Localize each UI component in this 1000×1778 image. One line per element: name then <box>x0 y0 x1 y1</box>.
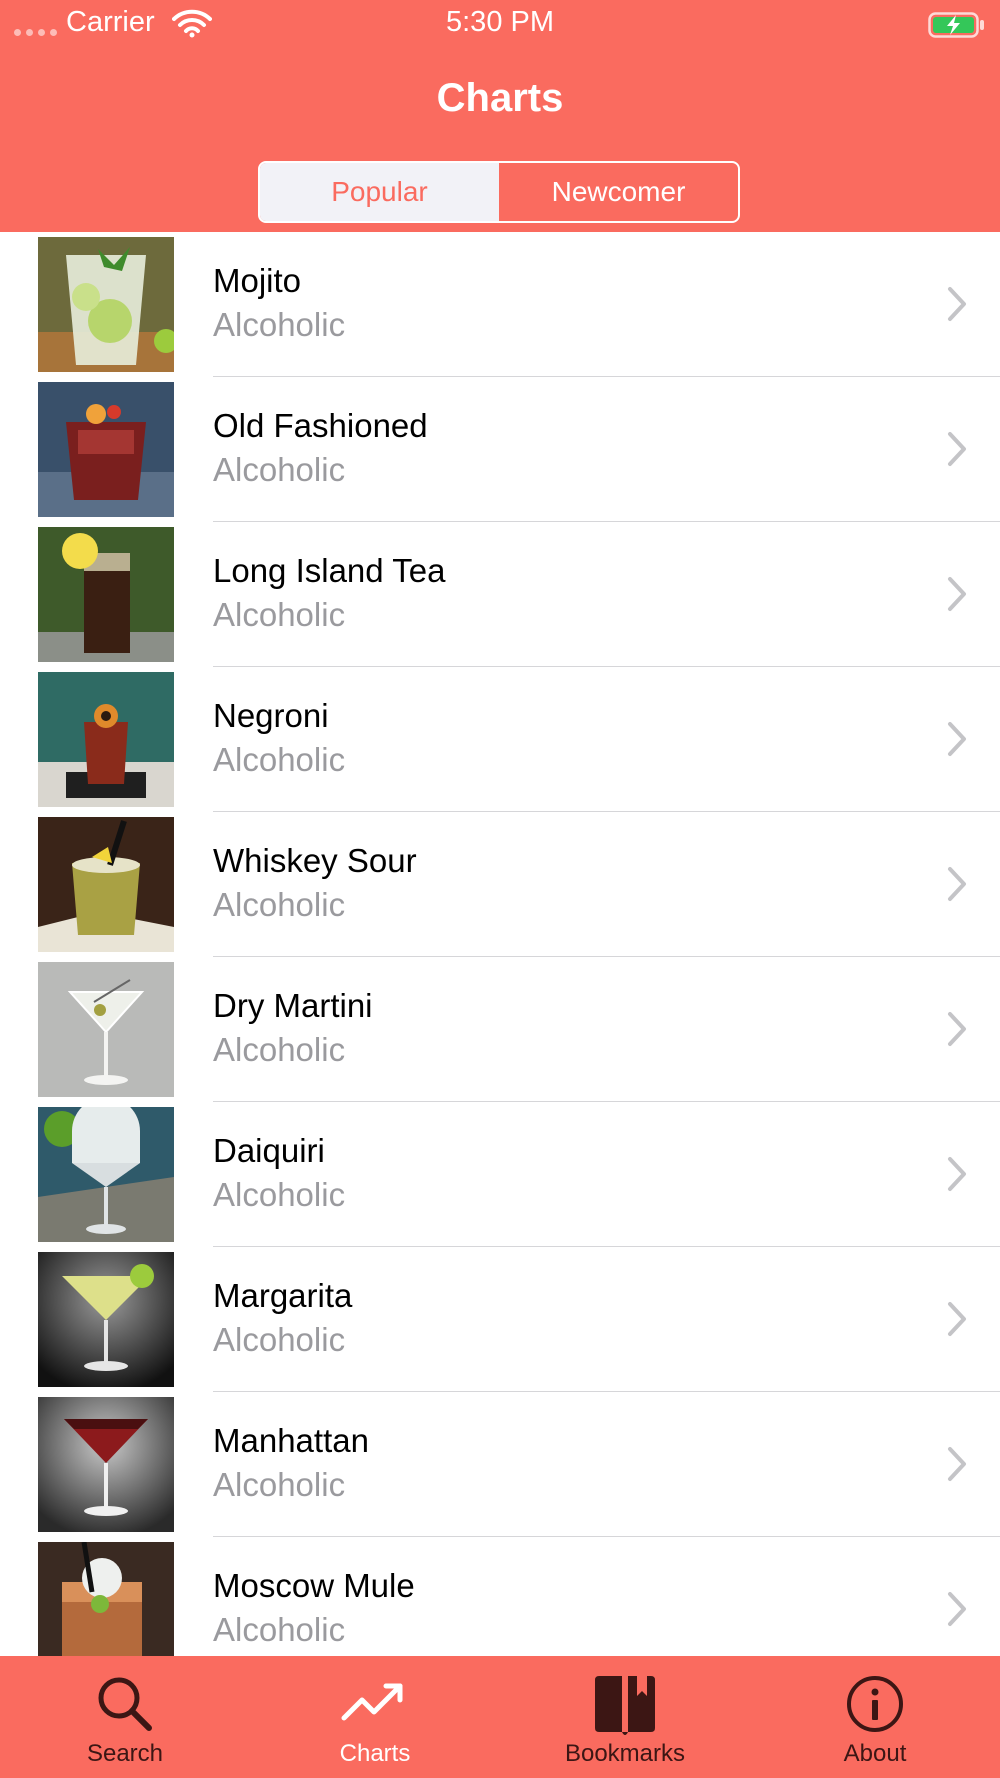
chevron-right-icon <box>946 285 968 328</box>
cocktail-name: Whiskey Sour <box>213 842 417 879</box>
cocktail-name: Mojito <box>213 262 302 299</box>
cocktail-name: Negroni <box>213 697 329 734</box>
navigation-header: Carrier 5:30 PM Charts Popular Newcomer <box>0 0 1000 232</box>
cocktail-category: Alcoholic <box>213 741 346 778</box>
list-item[interactable]: Daiquiri Alcoholic <box>0 1102 1000 1247</box>
status-time: 5:30 PM <box>446 6 554 38</box>
chevron-right-icon <box>946 1155 968 1198</box>
tab-search[interactable]: Search <box>0 1656 250 1778</box>
cocktail-thumbnail <box>38 1252 174 1387</box>
cocktail-thumbnail <box>38 237 174 372</box>
cocktail-category: Alcoholic <box>213 596 346 633</box>
trending-up-icon <box>340 1674 410 1739</box>
segment-popular[interactable]: Popular <box>260 163 499 221</box>
tab-about[interactable]: About <box>750 1656 1000 1778</box>
cocktail-thumbnail <box>38 382 174 517</box>
tab-label: Charts <box>339 1740 411 1767</box>
book-icon <box>593 1674 657 1743</box>
chevron-right-icon <box>946 720 968 763</box>
chevron-right-icon <box>946 865 968 908</box>
list-item[interactable]: Margarita Alcoholic <box>0 1247 1000 1392</box>
segment-newcomer[interactable]: Newcomer <box>499 163 738 221</box>
chevron-right-icon <box>946 575 968 618</box>
cocktail-thumbnail <box>38 527 174 662</box>
chevron-right-icon <box>946 430 968 473</box>
cocktail-category: Alcoholic <box>213 306 346 343</box>
cocktail-list[interactable]: Mojito Alcoholic Old Fashioned Alcoholic <box>0 232 1000 1656</box>
cocktail-thumbnail <box>38 1397 174 1532</box>
tab-bookmarks[interactable]: Bookmarks <box>500 1656 750 1778</box>
cocktail-name: Moscow Mule <box>213 1567 415 1604</box>
list-item[interactable]: Manhattan Alcoholic <box>0 1392 1000 1537</box>
list-item[interactable]: Mojito Alcoholic <box>0 232 1000 377</box>
list-item[interactable]: Whiskey Sour Alcoholic <box>0 812 1000 957</box>
list-item[interactable]: Dry Martini Alcoholic <box>0 957 1000 1102</box>
cocktail-category: Alcoholic <box>213 1176 346 1213</box>
cocktail-thumbnail <box>38 1542 174 1656</box>
cocktail-category: Alcoholic <box>213 451 346 488</box>
list-item[interactable]: Moscow Mule Alcoholic <box>0 1537 1000 1656</box>
search-icon <box>95 1674 155 1739</box>
chevron-right-icon <box>946 1300 968 1343</box>
cocktail-category: Alcoholic <box>213 1466 346 1503</box>
cocktail-name: Manhattan <box>213 1422 369 1459</box>
info-icon <box>845 1674 905 1739</box>
page-title: Charts <box>436 76 564 120</box>
cocktail-name: Long Island Tea <box>213 552 446 589</box>
tab-charts[interactable]: Charts <box>250 1656 500 1778</box>
cocktail-name: Dry Martini <box>213 987 373 1024</box>
list-item[interactable]: Long Island Tea Alcoholic <box>0 522 1000 667</box>
chevron-right-icon <box>946 1445 968 1488</box>
cocktail-category: Alcoholic <box>213 1031 346 1068</box>
cocktail-name: Daiquiri <box>213 1132 325 1169</box>
cocktail-thumbnail <box>38 672 174 807</box>
tab-label: Bookmarks <box>564 1740 686 1767</box>
cocktail-category: Alcoholic <box>213 886 346 923</box>
list-item[interactable]: Old Fashioned Alcoholic <box>0 377 1000 522</box>
segmented-control: Popular Newcomer <box>258 161 740 223</box>
battery-charging-icon <box>928 12 986 43</box>
tab-label: Search <box>86 1740 164 1767</box>
tab-label: About <box>843 1740 907 1767</box>
cocktail-name: Margarita <box>213 1277 353 1314</box>
chevron-right-icon <box>946 1010 968 1053</box>
chevron-right-icon <box>946 1590 968 1633</box>
cocktail-category: Alcoholic <box>213 1611 346 1648</box>
tab-bar: Search Charts Bookmarks About <box>0 1656 1000 1778</box>
cocktail-thumbnail <box>38 962 174 1097</box>
status-bar: Carrier 5:30 PM <box>0 0 1000 50</box>
cocktail-thumbnail <box>38 817 174 952</box>
cocktail-name: Old Fashioned <box>213 407 428 444</box>
cocktail-thumbnail <box>38 1107 174 1242</box>
cocktail-category: Alcoholic <box>213 1321 346 1358</box>
list-item[interactable]: Negroni Alcoholic <box>0 667 1000 812</box>
